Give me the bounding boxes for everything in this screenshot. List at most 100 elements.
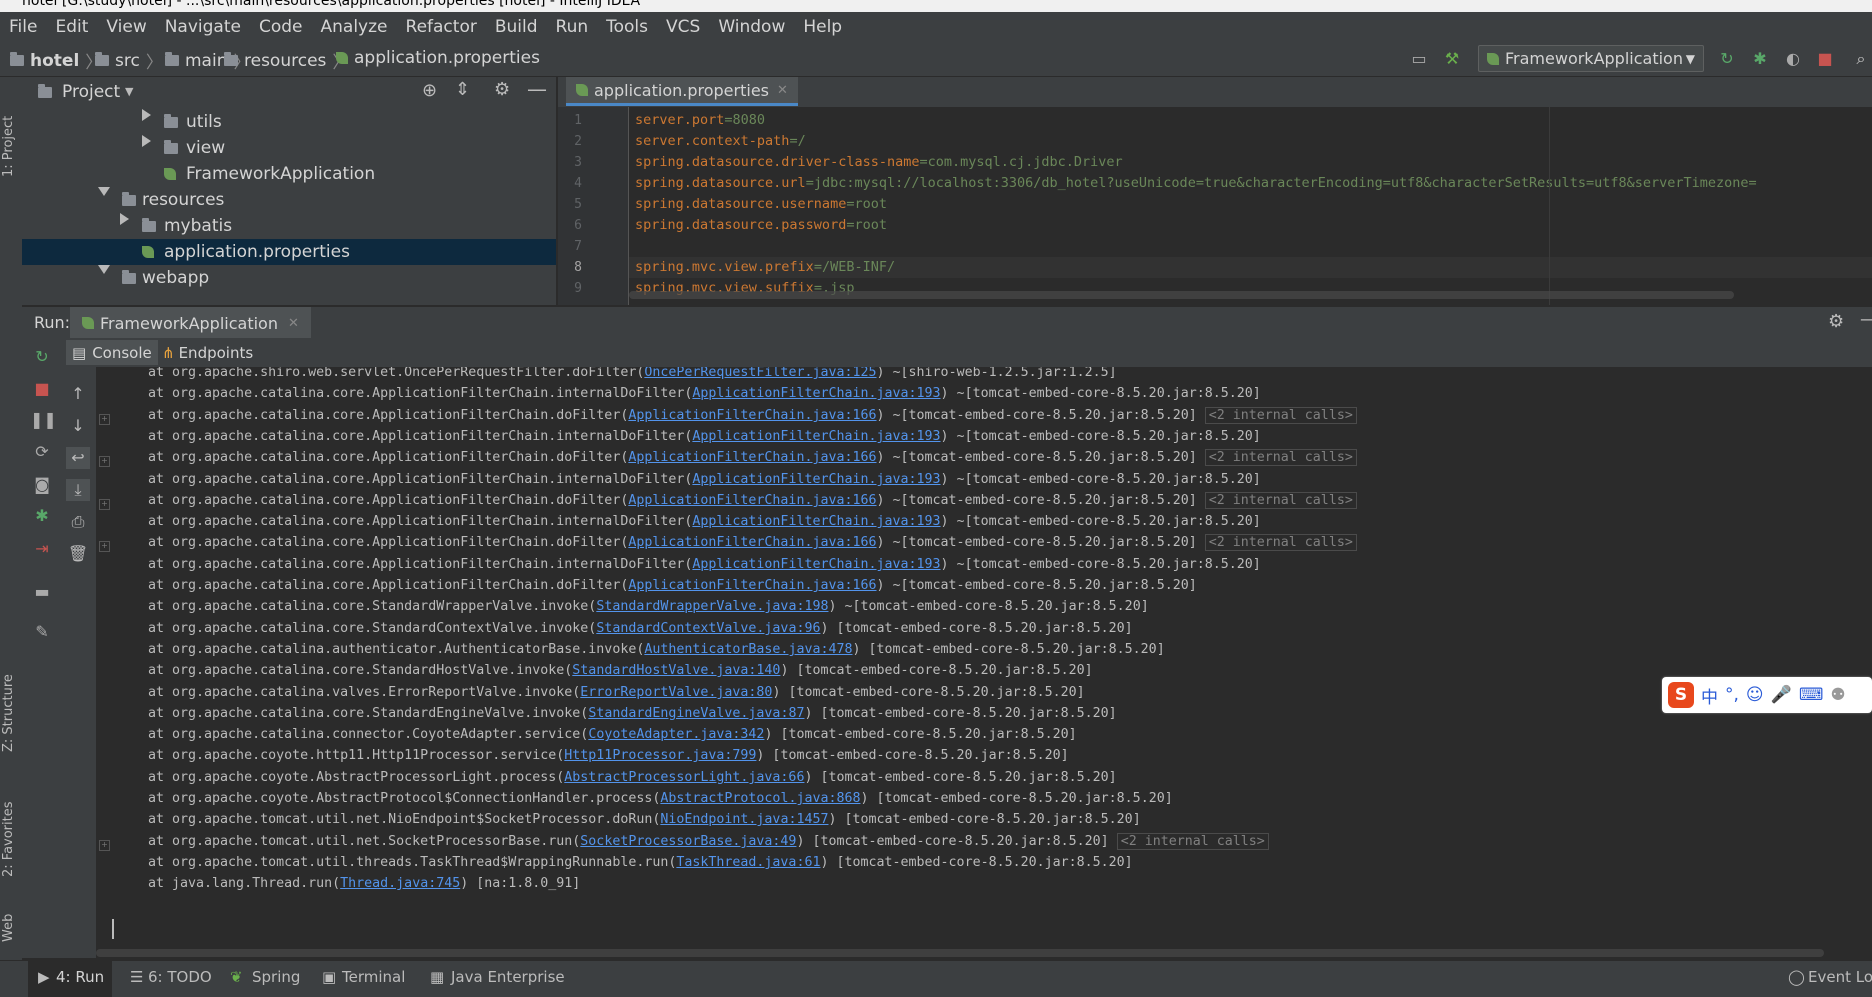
stop-icon[interactable]: ■ — [30, 378, 54, 400]
scroll-to-end-icon[interactable]: ⤓ — [66, 479, 90, 501]
console-tab[interactable]: ▤ Console — [66, 340, 158, 365]
breadcrumb-hotel[interactable]: hotel 〉 — [10, 48, 102, 73]
tree-item-resources[interactable]: resources — [22, 187, 556, 213]
menu-vcs[interactable]: VCS — [657, 17, 709, 37]
microphone-icon[interactable]: 🎤 — [1771, 685, 1792, 705]
build-hammer-icon[interactable]: ⚒ — [1443, 50, 1461, 68]
close-tab-icon[interactable]: ✕ — [288, 316, 299, 331]
todo-tab[interactable]: 6: TODO — [148, 968, 212, 986]
editor-tab-application-properties[interactable]: application.properties ✕ — [566, 77, 798, 106]
endpoints-tab[interactable]: ⋔ Endpoints — [158, 340, 257, 365]
internal-calls-fold[interactable]: <2 internal calls> — [1204, 492, 1357, 509]
stop-icon[interactable]: ■ — [1816, 50, 1834, 68]
internal-calls-fold[interactable]: <2 internal calls> — [1204, 407, 1357, 424]
expand-arrow-icon[interactable] — [142, 135, 151, 147]
collapse-all-icon[interactable]: ⇕ — [455, 79, 470, 100]
fold-marker-icon[interactable]: + — [99, 541, 110, 552]
rerun-icon[interactable]: ↻ — [1718, 50, 1736, 68]
source-link[interactable]: TaskThread.java:61 — [676, 855, 820, 870]
close-tab-icon[interactable]: ✕ — [777, 83, 788, 98]
ime-toolbar[interactable]: S 中 °, ☺ 🎤 ⌨ ⚉ — [1662, 677, 1872, 713]
camera-icon[interactable]: ◙ — [30, 474, 54, 496]
run-configuration-select[interactable]: FrameworkApplication ▼ — [1478, 45, 1704, 72]
collapse-arrow-icon[interactable] — [98, 187, 110, 196]
coverage-icon[interactable]: ◐ — [1784, 50, 1802, 68]
chevron-down-icon[interactable]: ▼ — [125, 85, 133, 98]
source-link[interactable]: SocketProcessorBase.java:49 — [580, 834, 796, 849]
source-link[interactable]: ApplicationFilterChain.java:166 — [628, 578, 876, 593]
emoji-icon[interactable]: ☺ — [1746, 685, 1764, 705]
debug-bug-icon[interactable]: ✱ — [30, 505, 54, 527]
tool-window-project[interactable]: 1: Project — [1, 87, 21, 177]
menu-refactor[interactable]: Refactor — [397, 17, 486, 37]
arrow-up-icon[interactable]: ↑ — [66, 383, 90, 405]
fold-marker-icon[interactable]: + — [99, 414, 110, 425]
spring-tab[interactable]: Spring — [252, 968, 300, 986]
internal-calls-fold[interactable]: <2 internal calls> — [1116, 833, 1269, 850]
user-icon[interactable]: ⚉ — [1830, 685, 1845, 705]
debug-bug-icon[interactable]: ✱ — [1751, 50, 1769, 68]
project-view-select[interactable]: Project — [62, 82, 120, 102]
source-link[interactable]: StandardEngineValve.java:87 — [588, 706, 804, 721]
menu-file[interactable]: File — [0, 17, 46, 37]
collapse-arrow-icon[interactable] — [98, 265, 110, 274]
hide-panel-icon[interactable]: — — [527, 77, 547, 101]
tree-item-mybatis[interactable]: mybatis — [22, 213, 556, 239]
exit-icon[interactable]: ⇥ — [30, 538, 54, 560]
source-link[interactable]: AuthenticatorBase.java:478 — [644, 642, 852, 657]
restart-icon[interactable]: ⟳ — [30, 441, 54, 463]
menu-help[interactable]: Help — [794, 17, 851, 37]
internal-calls-fold[interactable]: <2 internal calls> — [1204, 449, 1357, 466]
source-link[interactable]: StandardWrapperValve.java:198 — [596, 599, 828, 614]
pin-icon[interactable]: ✎ — [30, 621, 54, 643]
menu-edit[interactable]: Edit — [46, 17, 97, 37]
menu-analyze[interactable]: Analyze — [312, 17, 397, 37]
source-link[interactable]: ApplicationFilterChain.java:193 — [692, 472, 940, 487]
tree-item-application-properties[interactable]: application.properties — [22, 239, 556, 265]
java-enterprise-tab[interactable]: Java Enterprise — [451, 968, 565, 986]
punctuation-icon[interactable]: °, — [1725, 685, 1739, 705]
code-editor[interactable]: server.port=8080 server.context-path=/ s… — [629, 107, 1872, 305]
event-log-tab[interactable]: Event Log — [1808, 968, 1872, 986]
source-link[interactable]: AbstractProcessorLight.java:66 — [564, 770, 804, 785]
internal-calls-fold[interactable]: <2 internal calls> — [1204, 534, 1357, 551]
menu-build[interactable]: Build — [486, 17, 547, 37]
menu-tools[interactable]: Tools — [597, 17, 657, 37]
terminal-tab[interactable]: Terminal — [342, 968, 405, 986]
source-link[interactable]: ApplicationFilterChain.java:193 — [692, 386, 940, 401]
source-link[interactable]: ApplicationFilterChain.java:166 — [628, 535, 876, 550]
source-link[interactable]: Thread.java:745 — [340, 876, 460, 891]
pause-icon[interactable]: ❚❚ — [30, 409, 57, 431]
source-link[interactable]: ApplicationFilterChain.java:166 — [628, 493, 876, 508]
fold-marker-icon[interactable]: + — [99, 456, 110, 467]
source-link[interactable]: AbstractProtocol.java:868 — [660, 791, 860, 806]
source-link[interactable]: ErrorReportValve.java:80 — [580, 685, 772, 700]
gear-icon[interactable]: ⚙ — [1828, 311, 1844, 332]
fold-marker-icon[interactable]: + — [99, 840, 110, 851]
source-link[interactable]: StandardContextValve.java:96 — [596, 621, 820, 636]
run-tab-frameworkapplication[interactable]: FrameworkApplication ✕ — [70, 307, 311, 339]
rerun-icon[interactable]: ↻ — [30, 346, 54, 368]
menu-run[interactable]: Run — [547, 17, 598, 37]
hide-panel-icon[interactable]: — — [1860, 309, 1872, 330]
menu-window[interactable]: Window — [709, 17, 794, 37]
console-output[interactable]: at org.apache.shiro.web.servlet.OncePerR… — [96, 367, 1872, 958]
print-icon[interactable]: ⎙ — [66, 511, 90, 533]
gear-icon[interactable]: ⚙ — [494, 79, 510, 100]
menu-code[interactable]: Code — [250, 17, 312, 37]
trash-icon[interactable]: 🗑 — [66, 543, 90, 565]
tool-window-favorites[interactable]: 2: Favorites — [1, 777, 21, 877]
source-link[interactable]: OncePerRequestFilter.java:125 — [644, 367, 876, 380]
soft-wrap-icon[interactable]: ↩ — [66, 447, 90, 469]
tree-item-webapp[interactable]: webapp — [22, 265, 556, 291]
tree-item-frameworkapplication[interactable]: FrameworkApplication — [22, 161, 556, 187]
breadcrumb-file[interactable]: application.properties — [336, 48, 540, 68]
source-link[interactable]: Http11Processor.java:799 — [564, 748, 756, 763]
tree-item-utils[interactable]: utils — [22, 109, 556, 135]
expand-arrow-icon[interactable] — [120, 213, 129, 225]
expand-arrow-icon[interactable] — [142, 109, 151, 121]
project-structure-icon[interactable]: ▭ — [1410, 50, 1428, 68]
tree-item-view[interactable]: view — [22, 135, 556, 161]
ime-language-toggle[interactable]: 中 — [1701, 683, 1718, 708]
search-icon[interactable]: ⌕ — [1852, 50, 1870, 68]
